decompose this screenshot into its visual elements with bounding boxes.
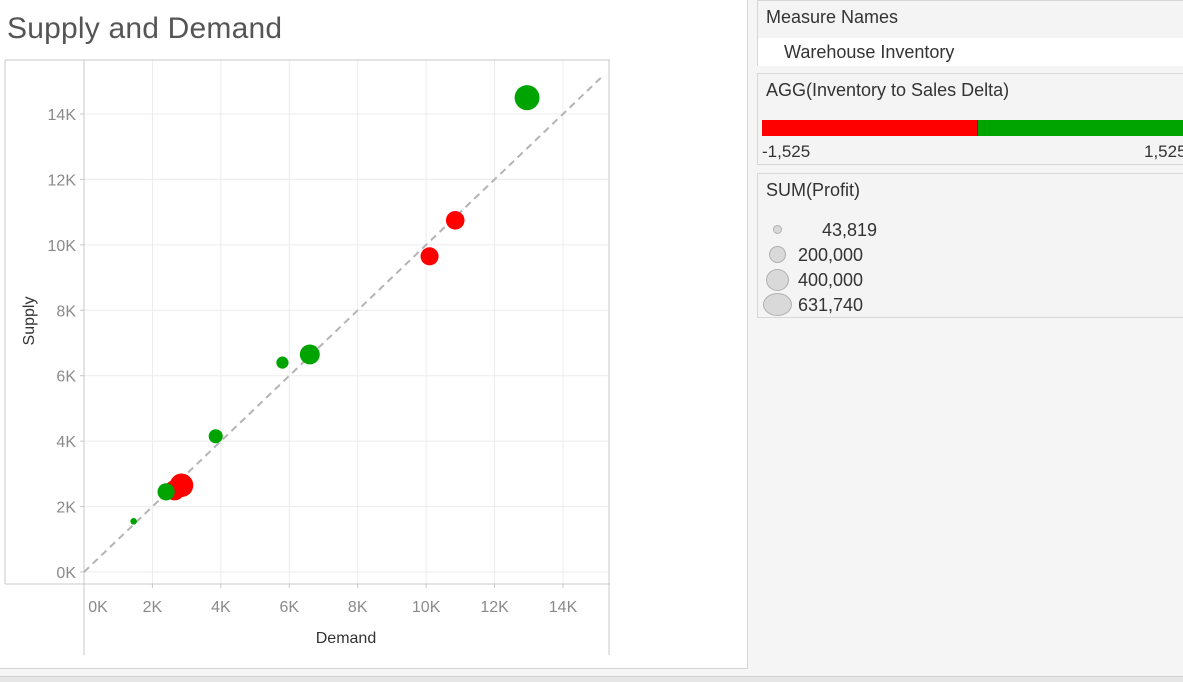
color-bar-negative bbox=[762, 120, 977, 136]
x-tick-label: 12K bbox=[480, 599, 509, 616]
size-legend-label: 43,819 bbox=[822, 220, 878, 240]
x-tick-label: 8K bbox=[348, 599, 368, 616]
bottom-tab-strip bbox=[0, 676, 1183, 682]
size-legend-item[interactable]: 631,740 bbox=[758, 293, 1183, 317]
size-legend-item[interactable]: 400,000 bbox=[758, 268, 1183, 292]
size-circle-icon bbox=[766, 269, 789, 291]
size-circle-icon bbox=[773, 225, 782, 234]
scatter-point[interactable] bbox=[276, 356, 289, 369]
scatter-point[interactable] bbox=[445, 211, 465, 230]
y-tick-label: 8K bbox=[56, 303, 76, 320]
x-tick-label: 0K bbox=[88, 599, 108, 616]
size-legend-label: 400,000 bbox=[798, 270, 864, 290]
y-tick-label: 0K bbox=[56, 565, 76, 582]
x-axis-title: Demand bbox=[316, 630, 376, 647]
y-tick-label: 2K bbox=[56, 500, 76, 517]
size-circle-icon bbox=[763, 293, 792, 316]
y-tick-label: 12K bbox=[48, 172, 77, 189]
size-legend-item[interactable]: 43,819 bbox=[758, 218, 1183, 242]
scatter-point[interactable] bbox=[514, 85, 540, 111]
color-legend-title: AGG(Inventory to Sales Delta) bbox=[766, 80, 1010, 100]
measure-names-legend: Measure Names Warehouse Inventory bbox=[757, 0, 1183, 66]
x-tick-label: 14K bbox=[549, 599, 578, 616]
color-legend-min-label: -1,525 bbox=[762, 142, 811, 161]
color-bar-positive bbox=[978, 120, 1183, 136]
scatter-point[interactable] bbox=[208, 429, 223, 444]
scatter-point[interactable] bbox=[299, 344, 320, 365]
size-legend-item[interactable]: 200,000 bbox=[758, 243, 1183, 267]
color-legend-max-label: 1,525 bbox=[1144, 142, 1183, 161]
measure-names-title: Measure Names bbox=[766, 7, 899, 27]
worksheet: Supply and Demand 0K 2K 4K 6K 8K 10K 12K 14K 0K 2… bbox=[0, 0, 748, 669]
x-tick-label: 6K bbox=[279, 599, 299, 616]
y-tick-label: 14K bbox=[48, 107, 77, 124]
y-axis-title: Supply bbox=[21, 297, 38, 346]
x-tick-label: 4K bbox=[211, 599, 231, 616]
scatter-chart[interactable]: 0K 2K 4K 6K 8K 10K 12K 14K 0K 2K 4K 6K 8K 10K 12K 14K D… bbox=[0, 0, 747, 668]
y-tick-label: 6K bbox=[56, 369, 76, 386]
size-legend-title: SUM(Profit) bbox=[766, 180, 860, 200]
x-tick-label: 10K bbox=[412, 599, 441, 616]
size-legend-label: 200,000 bbox=[798, 245, 864, 265]
x-tick-label: 2K bbox=[143, 599, 163, 616]
scatter-point[interactable] bbox=[130, 518, 137, 525]
y-tick-label: 4K bbox=[56, 434, 76, 451]
measure-names-item[interactable]: Warehouse Inventory bbox=[758, 38, 1183, 66]
color-gradient-bar[interactable] bbox=[762, 120, 1183, 136]
size-legend-label: 631,740 bbox=[798, 295, 864, 315]
color-legend: AGG(Inventory to Sales Delta) -1,525 1,5… bbox=[757, 73, 1183, 165]
scatter-point[interactable] bbox=[420, 247, 439, 266]
size-legend: SUM(Profit) 43,819 200,000 400,000 631,7… bbox=[757, 173, 1183, 318]
size-circle-icon bbox=[769, 246, 786, 263]
scatter-point[interactable] bbox=[157, 483, 175, 501]
y-tick-label: 10K bbox=[48, 238, 77, 255]
